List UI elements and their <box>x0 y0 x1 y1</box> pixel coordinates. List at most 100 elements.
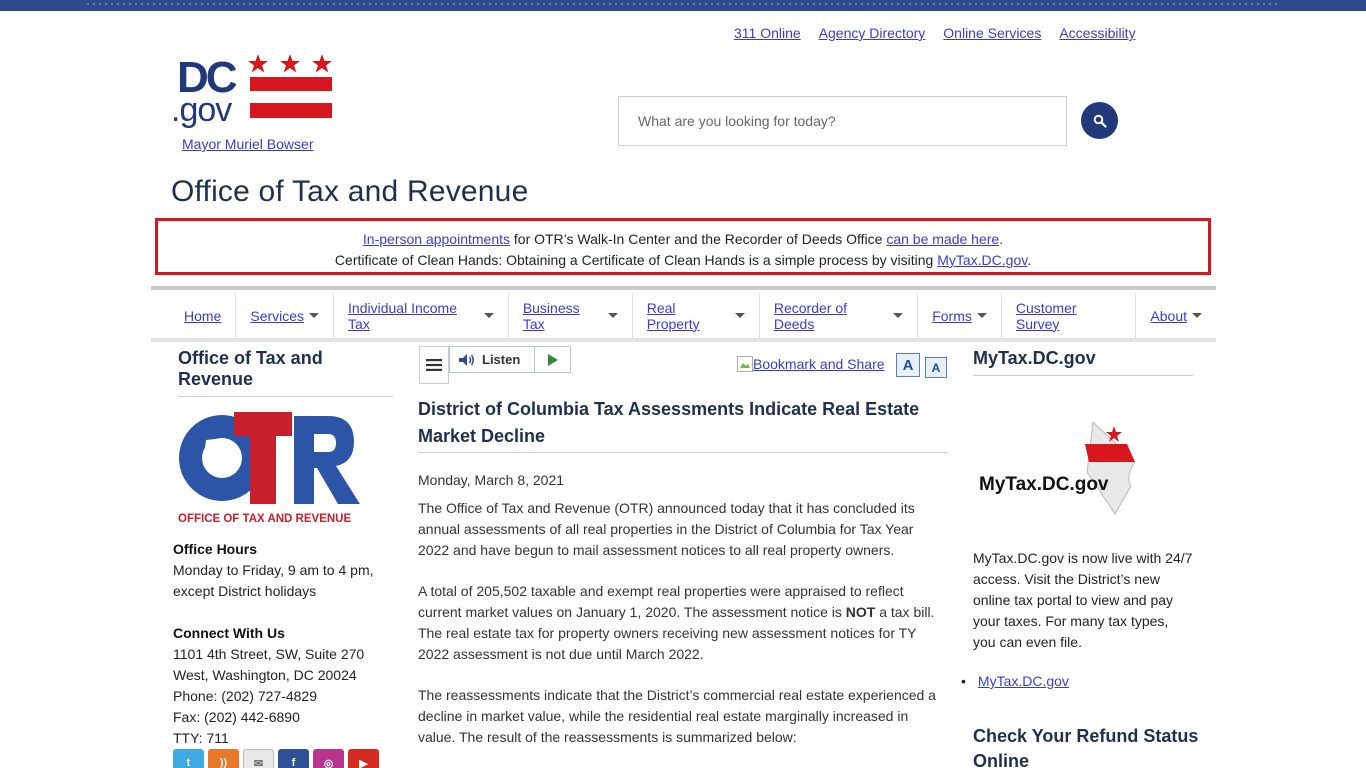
alert-line-2-text: Certificate of Clean Hands: Obtaining a … <box>334 252 938 268</box>
bookmark-and-share-link[interactable]: Bookmark and Share <box>737 356 885 372</box>
article-paragraph-1: The Office of Tax and Revenue (OTR) anno… <box>418 500 915 558</box>
alert-line-2-end: . <box>1027 252 1032 268</box>
connect-with-us: Connect With Us 1101 4th Street, SW, Sui… <box>173 623 393 749</box>
speaker-icon <box>459 353 474 366</box>
nav-link-business-tax[interactable]: Business Tax <box>523 300 603 332</box>
in-person-appointments-link[interactable]: In-person appointments <box>363 231 510 247</box>
nav-link-forms[interactable]: Forms <box>932 308 972 324</box>
mayor-link[interactable]: Mayor Muriel Bowser <box>182 136 313 152</box>
nav-item-individual-income-tax[interactable]: Individual Income Tax <box>334 293 509 338</box>
mytax-logo: MyTax.DC.gov <box>975 414 1170 519</box>
can-be-made-here-link[interactable]: can be made here <box>886 231 999 247</box>
top-banner-strip <box>0 0 1366 11</box>
chevron-down-icon[interactable] <box>309 313 320 318</box>
office-hours-title: Office Hours <box>173 541 258 557</box>
utility-link-online-services[interactable]: Online Services <box>943 25 1041 41</box>
refund-status-heading: Check Your Refund Status Online <box>973 726 1199 768</box>
chevron-down-icon[interactable] <box>893 313 904 318</box>
utility-link-accessibility[interactable]: Accessibility <box>1059 25 1135 41</box>
utility-links: 311 Online Agency Directory Online Servi… <box>725 25 1145 41</box>
site-title: Office of Tax and Revenue <box>171 175 529 208</box>
tty: TTY: 711 <box>173 730 229 746</box>
otr-logo-caption: OFFICE OF TAX AND REVENUE <box>178 513 351 525</box>
office-hours: Office Hours Monday to Friday, 9 am to 4… <box>173 539 393 602</box>
article-title: District of Columbia Tax Assessments Ind… <box>418 396 948 453</box>
rss-icon[interactable]: )) <box>208 749 239 768</box>
nav-item-services[interactable]: Services <box>236 293 335 338</box>
nav-link-home[interactable]: Home <box>184 308 221 324</box>
nav-link-individual-income-tax[interactable]: Individual Income Tax <box>348 300 479 332</box>
article-date: Monday, March 8, 2021 <box>418 472 565 488</box>
article-paragraph-2: A total of 205,502 taxable and exempt re… <box>418 581 948 665</box>
nav-link-recorder-of-deeds[interactable]: Recorder of Deeds <box>774 300 888 332</box>
mytax-description: MyTax.DC.gov is now live with 24/7 acces… <box>973 550 1193 650</box>
alert-banner: In-person appointments for OTR’s Walk-In… <box>155 218 1211 275</box>
nav-link-customer-survey[interactable]: Customer Survey <box>1016 300 1122 332</box>
logo-bar-bottom <box>250 103 332 118</box>
chevron-down-icon[interactable] <box>1192 313 1202 318</box>
chevron-down-icon[interactable] <box>976 313 987 318</box>
alert-mytax-link[interactable]: MyTax.DC.gov <box>937 252 1027 268</box>
logo-stars <box>248 54 332 73</box>
utility-link-agency-directory[interactable]: Agency Directory <box>819 25 926 41</box>
nav-link-real-property[interactable]: Real Property <box>647 300 730 332</box>
nav-item-forms[interactable]: Forms <box>918 293 1002 338</box>
search-icon <box>1093 114 1107 128</box>
chevron-down-icon[interactable] <box>607 313 618 318</box>
utility-link-311[interactable]: 311 Online <box>734 25 801 41</box>
nav-rule-top <box>151 286 1216 290</box>
hamburger-icon <box>426 359 442 371</box>
address-line-1: 1101 4th Street, SW, Suite 270 <box>173 646 365 662</box>
nav-link-services[interactable]: Services <box>250 308 304 324</box>
play-icon <box>547 353 558 366</box>
mytax-logo-text: MyTax.DC.gov <box>979 474 1109 495</box>
instagram-icon[interactable]: ◎ <box>313 749 344 768</box>
search-button[interactable] <box>1081 102 1118 139</box>
nav-item-business-tax[interactable]: Business Tax <box>509 293 633 338</box>
fax: Fax: (202) 442-6890 <box>173 709 300 725</box>
address-line-2: West, Washington, DC 20024 <box>173 667 357 683</box>
dc-gov-logo[interactable]: DC .gov <box>170 50 340 130</box>
paragraph-2-bold: NOT <box>845 604 876 620</box>
chevron-down-icon[interactable] <box>483 313 494 318</box>
twitter-icon[interactable]: t <box>173 749 204 768</box>
mytax-link-list: MyTax.DC.gov <box>961 673 1069 689</box>
increase-font-button[interactable]: A <box>896 353 920 377</box>
nav-item-real-property[interactable]: Real Property <box>633 293 760 338</box>
listen-label: Listen <box>482 352 521 367</box>
nav-item-customer-survey[interactable]: Customer Survey <box>1002 293 1137 338</box>
broken-image-icon <box>737 356 753 372</box>
nav-item-home[interactable]: Home <box>151 293 237 338</box>
bookmark-label: Bookmark and Share <box>753 356 885 372</box>
logo-gov-text: .gov <box>171 91 232 129</box>
listen-widget: Listen <box>449 346 571 373</box>
chevron-down-icon[interactable] <box>734 313 745 318</box>
list-item: MyTax.DC.gov <box>961 673 1069 689</box>
nav-item-about[interactable]: About <box>1136 293 1216 338</box>
left-sidebar-heading: Office of Tax and Revenue <box>178 348 393 397</box>
logo-bar-top <box>250 77 332 91</box>
office-hours-text: Monday to Friday, 9 am to 4 pm, except D… <box>173 562 374 599</box>
email-icon[interactable]: ✉ <box>243 749 274 768</box>
social-links: t )) ✉ f ◎ ▶ <box>173 749 379 768</box>
decrease-font-button[interactable]: A <box>925 357 947 378</box>
alert-line-1: In-person appointments for OTR’s Walk-In… <box>158 229 1208 250</box>
youtube-icon[interactable]: ▶ <box>348 749 379 768</box>
right-sidebar-heading: MyTax.DC.gov <box>973 348 1193 376</box>
listen-button[interactable]: Listen <box>450 347 535 372</box>
otr-logo: OFFICE OF TAX AND REVENUE <box>176 408 371 526</box>
facebook-icon[interactable]: f <box>278 749 309 768</box>
main-nav: Home Services Individual Income Tax Busi… <box>151 293 1216 338</box>
play-button[interactable] <box>535 353 570 366</box>
mytax-link[interactable]: MyTax.DC.gov <box>978 673 1069 689</box>
nav-rule-bottom <box>151 338 1216 342</box>
nav-item-recorder-of-deeds[interactable]: Recorder of Deeds <box>760 293 919 338</box>
phone: Phone: (202) 727-4829 <box>173 688 317 704</box>
article-paragraph-3: The reassessments indicate that the Dist… <box>418 687 936 745</box>
search-input[interactable] <box>618 96 1067 146</box>
alert-line-1-end: . <box>999 231 1004 247</box>
alert-line-1-text: for OTR’s Walk-In Center and the Recorde… <box>510 231 887 247</box>
nav-link-about[interactable]: About <box>1150 308 1187 324</box>
alert-line-2: Certificate of Clean Hands: Obtaining a … <box>158 250 1208 271</box>
page-menu-button[interactable] <box>419 346 449 384</box>
